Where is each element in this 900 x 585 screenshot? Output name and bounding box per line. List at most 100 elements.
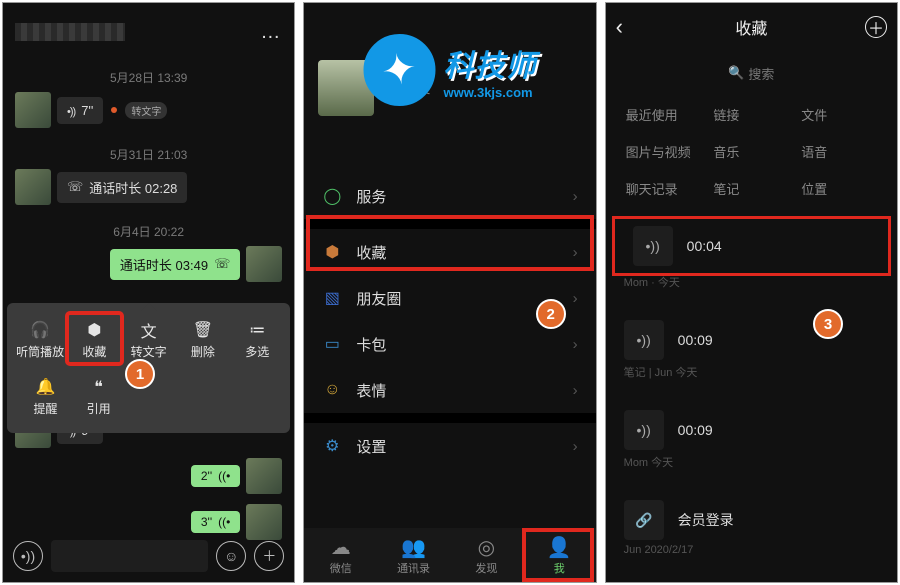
- fav-meta: Jun 2020/2/17: [606, 544, 897, 556]
- page-title: 收藏: [735, 15, 767, 39]
- panel-favorites: ‹ 收藏 ＋ 🔍 搜索 最近使用 链接 文件 图片与视频 音乐 语音 聊天记录 …: [605, 2, 898, 583]
- cat-media[interactable]: 图片与视频: [620, 138, 708, 165]
- contacts-icon: 👥: [401, 535, 426, 560]
- msg-row[interactable]: ☏ 通话时长 02:28: [3, 169, 294, 205]
- phone-icon: ☏: [67, 179, 83, 195]
- fav-meta: Mom 今天: [606, 454, 897, 470]
- avatar[interactable]: [15, 169, 51, 205]
- menu-multiselect[interactable]: ≔ 多选: [230, 313, 284, 364]
- cards-icon: ▭: [322, 334, 342, 354]
- cat-files[interactable]: 文件: [795, 101, 883, 128]
- menu-service[interactable]: ◯ 服务 ›: [304, 173, 595, 219]
- chat-input-bar: •)) ☺ ＋: [3, 530, 294, 582]
- cat-location[interactable]: 位置: [795, 175, 883, 202]
- tab-discover[interactable]: ◎ 发现: [450, 528, 523, 582]
- multiselect-icon: ≔: [244, 317, 270, 343]
- chevron-right-icon: ›: [573, 188, 578, 205]
- menu-to-text[interactable]: 文 转文字: [122, 313, 176, 364]
- voice-duration: 7'': [81, 103, 93, 118]
- cat-music[interactable]: 音乐: [707, 138, 795, 165]
- step-badge-1: 1: [125, 359, 155, 389]
- favorites-header: ‹ 收藏 ＋: [606, 3, 897, 51]
- date-separator: 6月4日 20:22: [3, 223, 294, 240]
- gear-icon: ⚙: [322, 436, 342, 456]
- voice-bubble[interactable]: 7'': [57, 97, 103, 124]
- chevron-right-icon: ›: [573, 382, 578, 399]
- to-text-icon: 文: [136, 317, 162, 343]
- remind-icon: 🔔: [33, 374, 59, 400]
- msg-row[interactable]: 7'' 转文字: [3, 92, 294, 128]
- voice-input-button[interactable]: •)): [13, 541, 43, 571]
- fav-item[interactable]: •)) 00:09: [606, 400, 897, 460]
- profile-sub: 1 个朋友: [384, 80, 430, 97]
- panel-me: 1 个朋友 ◯ 服务 › ⬢ 收藏 › ▧ 朋友圈 › ▭ 卡包 › ☺ 表情 …: [303, 2, 596, 583]
- delete-icon: 🗑: [190, 317, 216, 343]
- emoji-button[interactable]: ☺: [216, 541, 246, 571]
- listen-icon: 🎧: [27, 317, 53, 343]
- chevron-right-icon: ›: [573, 336, 578, 353]
- add-button[interactable]: ＋: [865, 16, 887, 38]
- fav-meta: Mom · 今天: [606, 274, 897, 290]
- voice-icon: •)): [633, 226, 673, 266]
- voice-icon: ((•: [218, 469, 230, 483]
- msg-row[interactable]: 通话时长 03:49 ☏: [3, 246, 294, 282]
- chevron-right-icon: ›: [573, 438, 578, 455]
- date-separator: 5月28日 13:39: [3, 69, 294, 86]
- voice-icon: [67, 103, 75, 118]
- menu-remind[interactable]: 🔔 提醒: [19, 370, 72, 421]
- tab-bar: ☁ 微信 👥 通讯录 ◎ 发现 👤 我: [304, 528, 595, 582]
- plus-button[interactable]: ＋: [254, 541, 284, 571]
- chat-header: …: [3, 3, 294, 61]
- menu-quote[interactable]: ❝ 引用: [72, 370, 125, 421]
- avatar-self[interactable]: [246, 458, 282, 494]
- fav-item[interactable]: 🔗 会员登录: [606, 490, 897, 550]
- discover-icon: ◎: [478, 535, 495, 560]
- quote-icon: ❝: [86, 374, 112, 400]
- context-menu-row: 🎧 听筒播放 ⬢ 收藏 文 转文字 🗑 删除 ≔ 多选: [13, 313, 284, 364]
- moments-icon: ▧: [322, 288, 342, 308]
- sticker-icon: ☺: [322, 381, 342, 399]
- voice-icon: •)): [624, 320, 664, 360]
- call-duration-text: 通话时长 03:49: [120, 255, 208, 274]
- fav-meta: 笔记 | Jun 今天: [606, 364, 897, 380]
- cat-chatlog[interactable]: 聊天记录: [620, 175, 708, 202]
- to-text-pill[interactable]: 转文字: [125, 102, 167, 119]
- favorite-icon: ⬢: [322, 242, 342, 262]
- menu-settings[interactable]: ⚙ 设置 ›: [304, 423, 595, 469]
- cat-recent[interactable]: 最近使用: [620, 101, 708, 128]
- cat-voice[interactable]: 语音: [795, 138, 883, 165]
- search-input[interactable]: 🔍 搜索: [620, 59, 883, 87]
- call-bubble-outgoing[interactable]: 通话时长 03:49 ☏: [110, 249, 240, 280]
- avatar-self[interactable]: [246, 246, 282, 282]
- voice-icon: ((•: [218, 515, 230, 529]
- cat-links[interactable]: 链接: [707, 101, 795, 128]
- favorite-icon: ⬢: [81, 317, 107, 343]
- menu-delete[interactable]: 🗑 删除: [176, 313, 230, 364]
- service-icon: ◯: [322, 186, 342, 206]
- profile-card[interactable]: 1 个朋友: [304, 3, 595, 173]
- tab-wechat[interactable]: ☁ 微信: [304, 528, 377, 582]
- avatar[interactable]: [318, 60, 374, 116]
- call-bubble[interactable]: ☏ 通话时长 02:28: [57, 172, 187, 203]
- msg-row[interactable]: 2'' ((•: [3, 458, 294, 494]
- unread-dot: [111, 107, 117, 113]
- fav-item[interactable]: •)) 00:09: [606, 310, 897, 370]
- menu-favorite[interactable]: ⬢ 收藏 ›: [304, 229, 595, 275]
- fav-item[interactable]: •)) 00:04: [612, 216, 891, 276]
- chat-icon: ☁: [331, 535, 351, 560]
- voice-bubble-outgoing[interactable]: 2'' ((•: [191, 465, 240, 487]
- tab-me[interactable]: 👤 我: [523, 528, 596, 582]
- cat-notes[interactable]: 笔记: [707, 175, 795, 202]
- menu-listen[interactable]: 🎧 听筒播放: [13, 313, 67, 364]
- call-duration-text: 通话时长 02:28: [89, 178, 177, 197]
- more-icon[interactable]: …: [260, 21, 282, 44]
- context-menu: 🎧 听筒播放 ⬢ 收藏 文 转文字 🗑 删除 ≔ 多选 🔔: [7, 303, 290, 433]
- avatar[interactable]: [15, 92, 51, 128]
- chevron-right-icon: ›: [573, 290, 578, 307]
- message-input[interactable]: [51, 540, 208, 572]
- tab-contacts[interactable]: 👥 通讯录: [377, 528, 450, 582]
- search-placeholder: 搜索: [748, 64, 774, 83]
- back-button[interactable]: ‹: [616, 14, 623, 40]
- menu-favorite[interactable]: ⬢ 收藏: [67, 313, 121, 364]
- menu-sticker[interactable]: ☺ 表情 ›: [304, 367, 595, 413]
